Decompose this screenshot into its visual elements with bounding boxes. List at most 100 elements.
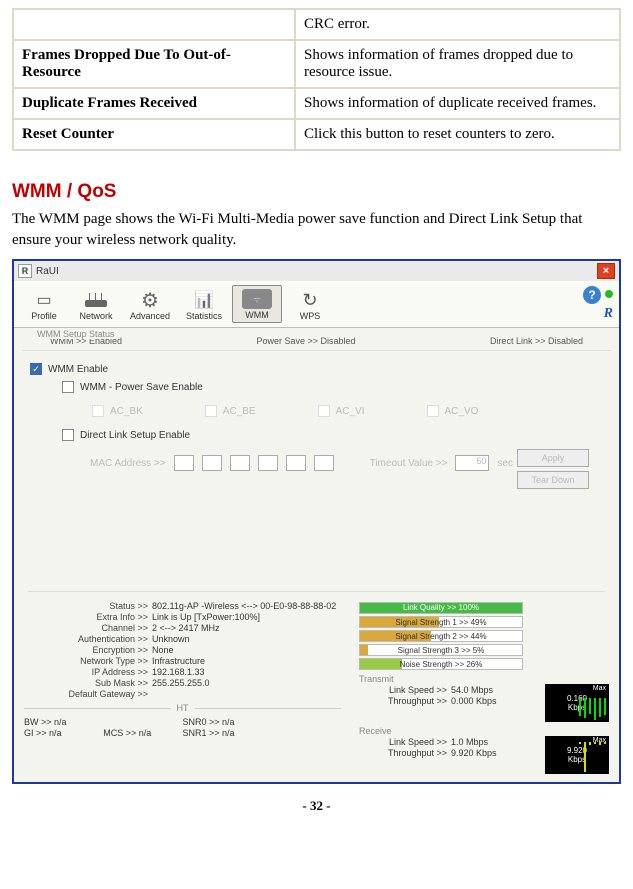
network-icon xyxy=(78,289,114,311)
mask-label: Sub Mask >> xyxy=(24,678,152,688)
wmm-icon: ᯤ xyxy=(239,288,275,310)
encryption-value: None xyxy=(152,645,174,655)
ip-label: IP Address >> xyxy=(24,667,152,677)
direct-link-label: Direct Link Setup Enable xyxy=(80,430,190,441)
status-panel: Status >>802.11g-AP -Wireless <--> 00-E0… xyxy=(14,596,619,782)
chart-icon xyxy=(186,289,222,311)
wps-icon xyxy=(292,289,328,311)
mac-input-1 xyxy=(174,455,194,471)
direct-link-checkbox[interactable] xyxy=(62,429,74,441)
extra-info-label: Extra Info >> xyxy=(24,612,152,622)
cell-desc-3: Click this button to reset counters to z… xyxy=(296,120,619,149)
tab-advanced[interactable]: Advanced xyxy=(124,287,176,323)
ac-vo-label: AC_VO xyxy=(445,406,479,417)
channel-label: Channel >> xyxy=(24,623,152,633)
power-save-enable-label: WMM - Power Save Enable xyxy=(80,382,203,393)
gear-icon xyxy=(132,289,168,311)
ac-be-label: AC_BE xyxy=(223,406,256,417)
ac-vi-label: AC_VI xyxy=(336,406,365,417)
app-icon: R xyxy=(18,264,32,278)
mask-value: 255.255.255.0 xyxy=(152,678,210,688)
auth-value: Unknown xyxy=(152,634,190,644)
cell-label-1: Frames Dropped Due To Out-of-Resource xyxy=(14,41,294,87)
titlebar: R RaUI × xyxy=(14,261,619,281)
ip-value: 192.168.1.33 xyxy=(152,667,205,677)
direct-link-status: Direct Link >> Disabled xyxy=(490,336,583,346)
gi-value: GI >> n/a xyxy=(24,728,103,738)
noise-bar: Noise Strength >> 26% xyxy=(359,658,523,670)
page-number: - 32 - xyxy=(12,798,621,814)
bw-value: BW >> n/a xyxy=(24,717,183,727)
mac-input-5 xyxy=(286,455,306,471)
ac-bk-label: AC_BK xyxy=(110,406,143,417)
auth-label: Authentication >> xyxy=(24,634,152,644)
signal3-bar: Signal Strength 3 >> 5% xyxy=(359,644,523,656)
main-toolbar: ▭ Profile Network Advanced Statistics ᯤ … xyxy=(14,281,619,328)
receive-group-label: Receive xyxy=(359,726,609,736)
brand-icon: R xyxy=(604,306,613,322)
cell-label-2: Duplicate Frames Received xyxy=(14,89,294,118)
divider xyxy=(28,591,605,592)
timeout-label: Timeout Value >> xyxy=(370,458,448,469)
cell-desc-0: CRC error. xyxy=(296,10,619,39)
extra-info-value: Link is Up [TxPower:100%] xyxy=(152,612,260,622)
tab-wmm[interactable]: ᯤ WMM xyxy=(232,285,282,323)
tx-thru-value: 0.000 Kbps xyxy=(451,696,497,706)
close-button[interactable]: × xyxy=(597,263,615,279)
nettype-value: Infrastructure xyxy=(152,656,205,666)
power-save-enable-checkbox[interactable] xyxy=(62,381,74,393)
mac-input-4 xyxy=(258,455,278,471)
rx-speed-label: Link Speed >> xyxy=(359,737,451,747)
parameter-table: CRC error. Frames Dropped Due To Out-of-… xyxy=(12,8,621,151)
tab-profile[interactable]: ▭ Profile xyxy=(20,287,68,323)
mac-input-6 xyxy=(314,455,334,471)
power-save-status: Power Save >> Disabled xyxy=(256,336,355,346)
status-value: 802.11g-AP -Wireless <--> 00-E0-98-88-88… xyxy=(152,601,336,611)
tab-wps[interactable]: WPS xyxy=(286,287,334,323)
window-title: RaUI xyxy=(36,266,59,277)
snr0-value: SNR0 >> n/a xyxy=(183,717,342,727)
mac-input-3 xyxy=(230,455,250,471)
ac-be-checkbox xyxy=(205,405,217,417)
rx-thru-label: Throughput >> xyxy=(359,748,451,758)
tx-speed-value: 54.0 Mbps xyxy=(451,685,493,695)
wmm-enable-checkbox[interactable] xyxy=(30,363,42,375)
timeout-input: 60 xyxy=(455,455,489,471)
signal1-bar: Signal Strength 1 >> 49% xyxy=(359,616,523,628)
mac-input-2 xyxy=(202,455,222,471)
rx-thru-value: 9.920 Kbps xyxy=(451,748,497,758)
wmm-setup-group-label: WMM Setup Status xyxy=(34,329,118,339)
teardown-button: Tear Down xyxy=(517,471,589,489)
channel-value: 2 <--> 2417 MHz xyxy=(152,623,220,633)
timeout-unit: sec xyxy=(497,458,513,469)
tab-statistics[interactable]: Statistics xyxy=(180,287,228,323)
ac-bk-checkbox xyxy=(92,405,104,417)
nettype-label: Network Type >> xyxy=(24,656,152,666)
wmm-settings-block: WMM Enable WMM - Power Save Enable AC_BK… xyxy=(14,351,619,501)
section-description: The WMM page shows the Wi-Fi Multi-Media… xyxy=(12,209,621,251)
gateway-label: Default Gateway >> xyxy=(24,689,152,699)
wmm-enable-label: WMM Enable xyxy=(48,364,108,375)
transmit-group-label: Transmit xyxy=(359,674,609,684)
ac-vo-checkbox xyxy=(427,405,439,417)
status-dot-icon xyxy=(605,290,613,298)
tab-network[interactable]: Network xyxy=(72,287,120,323)
cell-desc-1: Shows information of frames dropped due … xyxy=(296,41,619,87)
signal2-bar: Signal Strength 2 >> 44% xyxy=(359,630,523,642)
transmit-meter: Max 0.160 Kbps xyxy=(545,684,609,722)
receive-meter: Max 9.920 Kbps xyxy=(545,736,609,774)
ac-vi-checkbox xyxy=(318,405,330,417)
ht-label: HT xyxy=(171,703,195,713)
apply-button: Apply xyxy=(517,449,589,467)
tx-thru-label: Throughput >> xyxy=(359,696,451,706)
section-heading: WMM / QoS xyxy=(12,181,621,203)
cell-label-3: Reset Counter xyxy=(14,120,294,149)
rx-speed-value: 1.0 Mbps xyxy=(451,737,488,747)
help-icon[interactable]: ? xyxy=(583,286,601,304)
link-quality-bar: Link Quality >> 100% xyxy=(359,602,523,614)
cell-desc-2: Shows information of duplicate received … xyxy=(296,89,619,118)
status-label: Status >> xyxy=(24,601,152,611)
cell-label-0 xyxy=(14,10,294,39)
mcs-value: MCS >> n/a xyxy=(103,728,182,738)
snr1-value: SNR1 >> n/a xyxy=(183,728,342,738)
